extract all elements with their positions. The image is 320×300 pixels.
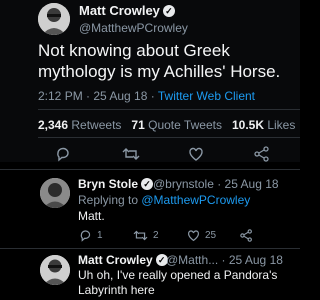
like-icon[interactable] — [188, 146, 204, 167]
retweets-count[interactable]: 2,346 — [38, 118, 68, 132]
divider — [0, 169, 300, 170]
reply-text: Uh oh, I've really opened a Pandora's La… — [78, 268, 278, 297]
avatar[interactable] — [40, 178, 70, 208]
replying-to-link[interactable]: @MatthewPCrowley — [141, 193, 250, 207]
avatar[interactable] — [40, 255, 70, 285]
reply-author-handle[interactable]: @brynstole · 25 Aug 18 — [153, 177, 279, 191]
divider — [0, 248, 300, 249]
retweet-icon[interactable] — [133, 229, 148, 247]
like-icon[interactable] — [187, 229, 200, 247]
tweet-client-link[interactable]: Twitter Web Client — [158, 89, 255, 103]
tweet-text: Not knowing about Greek mythology is my … — [38, 41, 281, 81]
verified-icon: ✓ — [162, 5, 175, 17]
tweet-stats: 2,346 Retweets 71 Quote Tweets 10.5K Lik… — [38, 118, 295, 132]
reply-icon[interactable] — [55, 146, 71, 167]
reply-author-name-text: Matt Crowley — [78, 253, 153, 267]
divider — [38, 137, 300, 138]
reply-count: 1 — [97, 230, 103, 241]
author-handle[interactable]: @MatthewPCrowley — [79, 21, 188, 35]
share-icon[interactable] — [254, 146, 270, 167]
quotes-count[interactable]: 71 — [131, 118, 144, 132]
reply-text: Matt. — [78, 209, 105, 223]
reply-author-name-text: Bryn Stole — [78, 177, 139, 191]
reply-author-handle[interactable]: @Matth... · 25 Aug 18 — [166, 253, 283, 267]
avatar[interactable] — [38, 3, 70, 35]
author-name-text: Matt Crowley — [79, 3, 160, 18]
likes-count[interactable]: 10.5K — [232, 118, 264, 132]
retweet-icon[interactable] — [122, 146, 140, 167]
tweet-timestamp: 2:12 PM · 25 Aug 18 · Twitter Web Client — [38, 89, 255, 103]
reply-author-name[interactable]: Matt Crowley ✓ — [78, 253, 168, 267]
reply-author-name[interactable]: Bryn Stole ✓ — [78, 177, 154, 191]
author-name[interactable]: Matt Crowley ✓ — [79, 3, 175, 18]
like-count: 25 — [205, 230, 217, 241]
tweet-time[interactable]: 2:12 PM · 25 Aug 18 · — [38, 89, 158, 103]
divider — [38, 109, 300, 110]
reply-icon[interactable] — [79, 229, 92, 247]
verified-icon: ✓ — [141, 178, 154, 190]
replying-to: Replying to @MatthewPCrowley — [78, 193, 250, 207]
likes-label[interactable]: Likes — [267, 118, 295, 132]
share-icon[interactable] — [240, 229, 253, 247]
retweet-count: 2 — [153, 230, 159, 241]
retweets-label[interactable]: Retweets — [71, 118, 121, 132]
replying-to-prefix: Replying to — [78, 193, 142, 207]
quotes-label[interactable]: Quote Tweets — [148, 118, 222, 132]
